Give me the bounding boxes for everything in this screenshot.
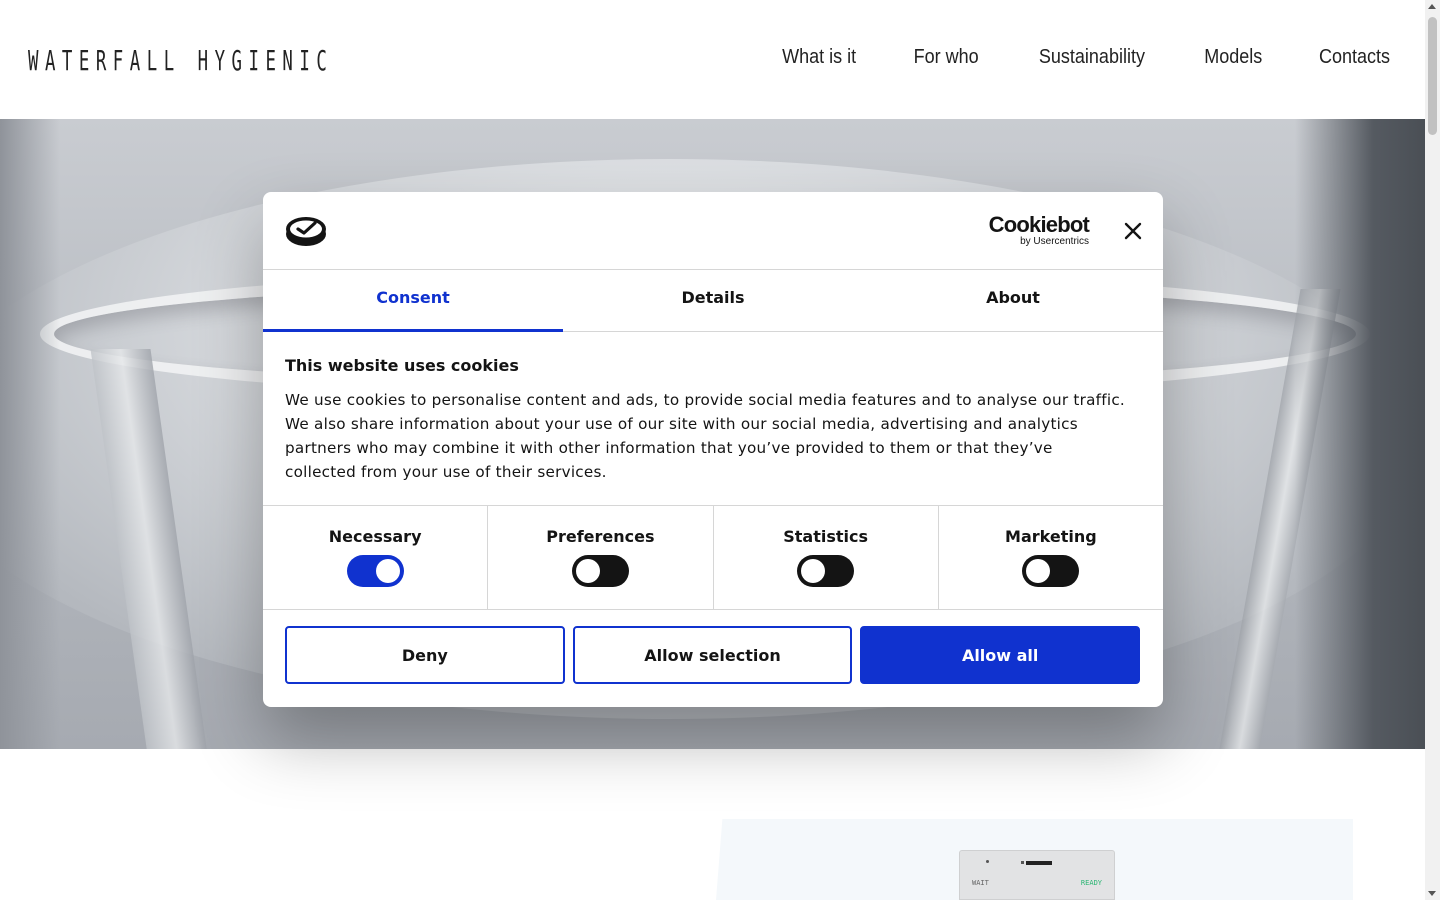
tab-consent[interactable]: Consent xyxy=(263,270,563,332)
category-label: Marketing xyxy=(1005,527,1097,546)
dialog-body: This website uses cookies We use cookies… xyxy=(285,356,1125,484)
device-led xyxy=(1021,861,1024,864)
scroll-down-arrow-icon[interactable] xyxy=(1428,891,1436,896)
category-preferences: Preferences xyxy=(488,506,714,609)
dialog-title: This website uses cookies xyxy=(285,356,519,375)
toggle-knob xyxy=(375,559,400,583)
scrollbar-thumb[interactable] xyxy=(1428,17,1437,135)
category-statistics: Statistics xyxy=(714,506,939,609)
toggle-knob xyxy=(801,559,826,583)
preferences-toggle[interactable] xyxy=(571,555,629,587)
page-scrollbar[interactable] xyxy=(1425,0,1440,900)
allow-selection-button[interactable]: Allow selection xyxy=(572,626,853,684)
dialog-header: Cookiebot by Usercentrics xyxy=(263,192,1163,270)
site-header: WATERFALL HYGIENIC What is it For who Su… xyxy=(0,0,1425,119)
necessary-toggle[interactable] xyxy=(346,555,404,587)
brand-subtitle: by Usercentrics xyxy=(1020,236,1089,247)
main-nav: What is it For who Sustainability Models… xyxy=(778,46,1394,69)
deny-button[interactable]: Deny xyxy=(285,626,565,684)
device-ready-label: READY xyxy=(1080,879,1102,887)
allow-all-button[interactable]: Allow all xyxy=(860,626,1141,684)
nav-contacts[interactable]: Contacts xyxy=(1319,46,1390,69)
cookiebot-logo-icon xyxy=(286,217,326,246)
brand-name: Cookiebot xyxy=(988,212,1090,237)
category-marketing: Marketing xyxy=(939,506,1163,609)
scroll-up-arrow-icon[interactable] xyxy=(1428,4,1436,9)
statistics-toggle[interactable] xyxy=(797,555,855,587)
category-label: Necessary xyxy=(328,527,422,546)
hero-shadow xyxy=(0,119,60,749)
hero-shadow xyxy=(1295,119,1425,749)
product-device-image: WAIT READY xyxy=(959,850,1115,900)
device-wait-label: WAIT xyxy=(972,879,989,887)
nav-what-is-it[interactable]: What is it xyxy=(782,46,856,69)
tab-details[interactable]: Details xyxy=(563,270,863,331)
tab-about[interactable]: About xyxy=(863,270,1163,331)
nav-sustainability[interactable]: Sustainability xyxy=(1039,46,1145,69)
close-icon[interactable] xyxy=(1121,219,1145,243)
dialog-actions: Deny Allow selection Allow all xyxy=(285,626,1141,684)
dialog-description: We use cookies to personalise content an… xyxy=(285,391,1126,481)
cookie-consent-dialog: Cookiebot by Usercentrics Consent Detail… xyxy=(263,192,1163,707)
device-led xyxy=(986,860,989,863)
category-label: Preferences xyxy=(546,527,655,546)
site-logo[interactable]: WATERFALL HYGIENIC xyxy=(28,44,333,77)
category-necessary: Necessary xyxy=(263,506,489,609)
nav-for-who[interactable]: For who xyxy=(914,46,979,69)
toggle-knob xyxy=(1026,559,1051,583)
device-slot xyxy=(1026,861,1052,865)
dialog-tabs: Consent Details About xyxy=(263,270,1163,332)
marketing-toggle[interactable] xyxy=(1022,555,1080,587)
cookiebot-brand[interactable]: Cookiebot by Usercentrics xyxy=(987,212,1090,248)
category-label: Statistics xyxy=(783,527,868,546)
cookie-category-toggles: Necessary Preferences Statistics Marketi… xyxy=(263,505,1163,610)
toggle-knob xyxy=(575,559,600,583)
nav-models[interactable]: Models xyxy=(1204,46,1262,69)
